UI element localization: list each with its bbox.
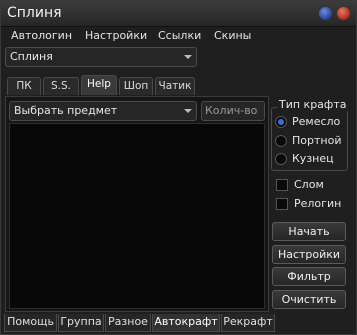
tab-help[interactable]: Help bbox=[81, 75, 117, 95]
menu-item-skins[interactable]: Скины bbox=[214, 29, 251, 42]
radio-craft-label: Ремесло bbox=[292, 115, 341, 128]
menu-item-links[interactable]: Ссылки bbox=[158, 29, 201, 42]
minimize-button[interactable] bbox=[319, 7, 332, 20]
start-button[interactable]: Начать bbox=[272, 222, 346, 241]
menu-item-settings[interactable]: Настройки bbox=[85, 29, 147, 42]
bottom-tab-help[interactable]: Помощь bbox=[4, 314, 57, 332]
tab-ss[interactable]: S.S. bbox=[43, 77, 79, 95]
menu-bar: Автологин Настройки Ссылки Скины bbox=[1, 27, 356, 45]
settings-button[interactable]: Настройки bbox=[272, 245, 346, 264]
relogin-label: Релогин bbox=[294, 197, 342, 210]
tab-chat[interactable]: Чатик bbox=[155, 77, 195, 95]
bottom-tab-autocraft[interactable]: Автокрафт bbox=[152, 314, 220, 332]
filter-button[interactable]: Фильтр bbox=[272, 267, 346, 286]
slom-checkbox[interactable] bbox=[276, 179, 288, 191]
title-bar[interactable]: Сплиня bbox=[1, 1, 356, 27]
tab-pk[interactable]: ПК bbox=[7, 77, 41, 95]
radio-smith-label: Кузнец bbox=[292, 152, 334, 165]
bottom-tab-misc[interactable]: Разное bbox=[105, 314, 151, 332]
item-list[interactable] bbox=[9, 123, 265, 309]
relogin-checkbox[interactable] bbox=[276, 198, 288, 210]
profile-select[interactable]: Сплиня bbox=[5, 47, 197, 67]
main-window: Сплиня Автологин Настройки Ссылки Скины … bbox=[0, 0, 357, 335]
chevron-down-icon bbox=[184, 55, 192, 59]
chevron-down-icon bbox=[184, 109, 192, 113]
radio-smith[interactable] bbox=[275, 153, 287, 165]
menu-item-autologin[interactable]: Автологин bbox=[11, 29, 72, 42]
bottom-tab-recraft[interactable]: Рекрафт bbox=[221, 314, 275, 332]
bottom-tab-group[interactable]: Группа bbox=[58, 314, 104, 332]
item-select-value: Выбрать предмет bbox=[14, 104, 118, 117]
radio-craft[interactable] bbox=[275, 116, 287, 128]
radio-tailor-label: Портной bbox=[292, 134, 342, 147]
slom-label: Слом bbox=[294, 178, 324, 191]
window-title: Сплиня bbox=[7, 5, 62, 21]
tab-shop[interactable]: Шоп bbox=[119, 77, 153, 95]
radio-tailor[interactable] bbox=[275, 135, 287, 147]
item-select[interactable]: Выбрать предмет bbox=[9, 101, 197, 121]
quantity-field[interactable]: Колич-во bbox=[201, 101, 265, 121]
profile-select-value: Сплиня bbox=[10, 50, 53, 63]
craft-type-title: Тип крафта bbox=[277, 98, 349, 111]
close-button[interactable] bbox=[337, 7, 350, 20]
clear-button[interactable]: Очистить bbox=[272, 290, 346, 309]
